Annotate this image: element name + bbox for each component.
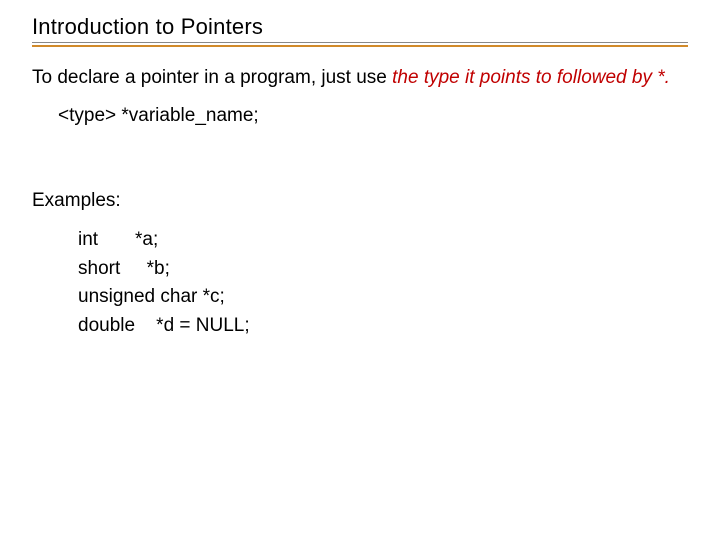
slide-title: Introduction to Pointers [32, 14, 688, 40]
example-line: double *d = NULL; [78, 312, 688, 341]
intro-paragraph: To declare a pointer in a program, just … [32, 65, 688, 91]
examples-block: int *a; short *b; unsigned char *c; doub… [78, 226, 688, 340]
intro-lead: To declare a pointer in a program, just … [32, 67, 392, 88]
example-line: int *a; [78, 226, 688, 255]
rule-accent [32, 45, 688, 47]
example-line: unsigned char *c; [78, 283, 688, 312]
intro-emphasis: the type it points to followed by *. [392, 67, 670, 88]
title-underline [32, 42, 688, 47]
rule-thin [32, 42, 688, 43]
slide: Introduction to Pointers To declare a po… [0, 0, 720, 540]
syntax-template: <type> *variable_name; [58, 103, 688, 129]
example-line: short *b; [78, 255, 688, 284]
examples-label: Examples: [32, 190, 688, 212]
